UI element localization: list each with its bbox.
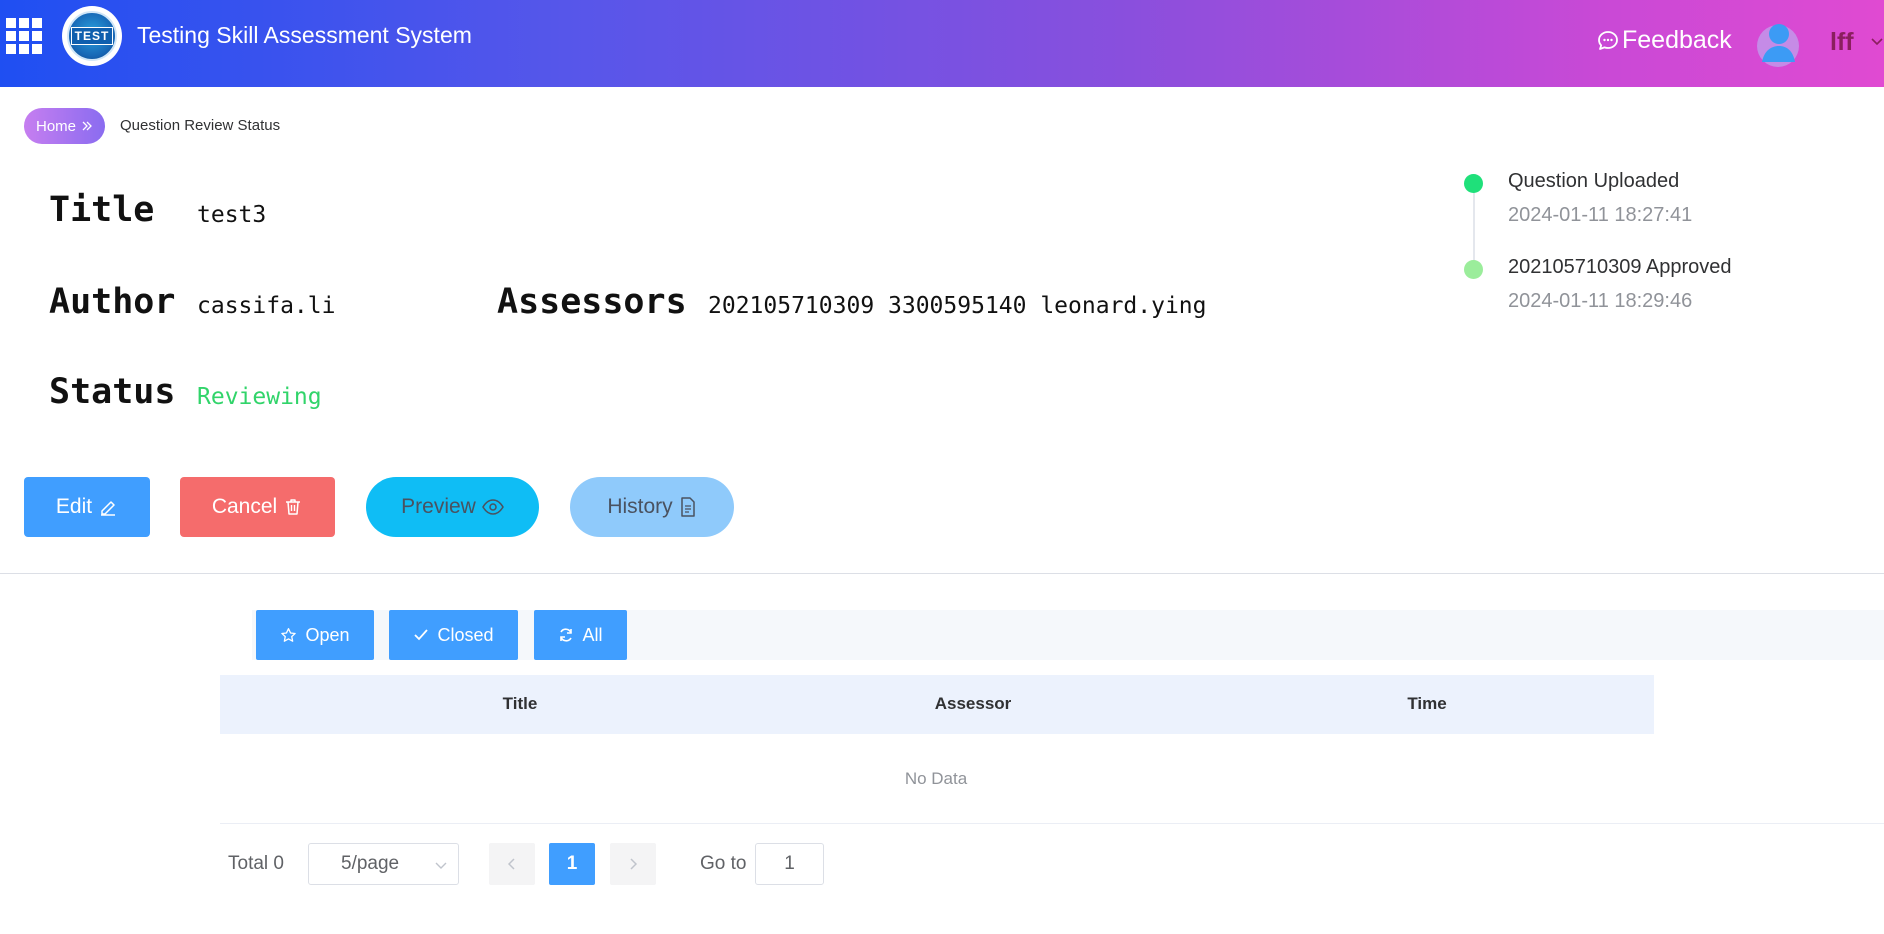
timeline-event: 202105710309 Approved [1508, 256, 1732, 278]
assessors-value: 202105710309 3300595140 leonard.ying [708, 293, 1207, 319]
chevron-right-icon [630, 858, 638, 870]
top-header: TEST Testing Skill Assessment System Fee… [0, 0, 1884, 87]
history-button[interactable]: History [570, 477, 734, 537]
trash-icon [286, 499, 301, 515]
user-avatar[interactable] [1756, 18, 1800, 68]
prev-page-button[interactable] [489, 843, 535, 885]
timeline-dot [1464, 174, 1483, 193]
author-label: Author [49, 282, 176, 322]
history-button-label: History [607, 495, 673, 518]
title-value: test3 [197, 202, 267, 228]
refresh-icon [560, 628, 573, 642]
table-header: Title Assessor Time [220, 675, 1654, 734]
table-body [220, 734, 1884, 824]
section-divider [0, 573, 1884, 574]
feedback-label: Feedback [1622, 26, 1732, 54]
column-header-time[interactable]: Time [1407, 694, 1446, 714]
chevron-down-icon[interactable] [1870, 34, 1884, 48]
next-page-button[interactable] [610, 843, 656, 885]
logo-text: TEST [70, 27, 114, 45]
app-logo[interactable]: TEST [62, 6, 122, 66]
goto-page-input[interactable] [755, 843, 824, 885]
preview-button[interactable]: Preview [366, 477, 539, 537]
page-number-1[interactable]: 1 [549, 843, 595, 885]
preview-button-label: Preview [401, 495, 476, 518]
breadcrumb-current: Question Review Status [120, 117, 281, 134]
page-size-select[interactable]: 5/page [308, 843, 459, 885]
review-timeline: Question Uploaded 2024-01-11 18:27:41 20… [1460, 168, 1860, 328]
page-size-value: 5/page [341, 853, 400, 874]
status-label: Status [49, 372, 176, 412]
document-icon [680, 497, 695, 517]
status-value: Reviewing [197, 384, 322, 410]
pagination-total: Total 0 [228, 853, 284, 874]
edit-button[interactable]: Edit [24, 477, 150, 537]
assessors-label: Assessors [497, 282, 687, 322]
goto-label: Go to [700, 853, 747, 874]
cancel-button-label: Cancel [211, 495, 278, 518]
eye-icon [481, 499, 504, 515]
title-label: Title [49, 190, 155, 230]
username[interactable]: lff [1830, 28, 1854, 57]
filter-closed-button[interactable]: Closed [389, 610, 518, 660]
chat-bubble-icon [1598, 30, 1618, 50]
apps-grid-icon[interactable] [6, 18, 42, 54]
star-icon [281, 627, 297, 642]
filter-open-label: Open [305, 624, 350, 645]
timeline-time: 2024-01-11 18:29:46 [1508, 290, 1693, 312]
check-icon [414, 629, 429, 641]
timeline-event: Question Uploaded [1508, 170, 1680, 192]
pencil-icon [101, 501, 116, 516]
chevron-down-icon [435, 862, 447, 869]
app-title: Testing Skill Assessment System [137, 22, 472, 48]
feedback-button[interactable]: Feedback [1596, 26, 1732, 55]
double-chevron-right-icon [82, 121, 92, 131]
filter-closed-label: Closed [437, 624, 494, 645]
filter-all-label: All [582, 624, 603, 645]
author-value: cassifa.li [197, 293, 336, 319]
edit-button-label: Edit [55, 495, 93, 518]
filter-all-button[interactable]: All [534, 610, 627, 660]
breadcrumb-home-label: Home [36, 117, 77, 135]
logo-badge: TEST [67, 11, 117, 61]
breadcrumb-home[interactable]: Home [24, 108, 106, 144]
cancel-button[interactable]: Cancel [180, 477, 335, 537]
chevron-left-icon [507, 858, 515, 870]
timeline-dot [1464, 260, 1483, 279]
timeline-time: 2024-01-11 18:27:41 [1508, 204, 1693, 226]
column-header-title[interactable]: Title [503, 694, 538, 714]
column-header-assessor[interactable]: Assessor [935, 694, 1012, 714]
empty-table-text: No Data [904, 769, 968, 788]
timeline-connector [1473, 184, 1475, 270]
filter-open-button[interactable]: Open [256, 610, 374, 660]
